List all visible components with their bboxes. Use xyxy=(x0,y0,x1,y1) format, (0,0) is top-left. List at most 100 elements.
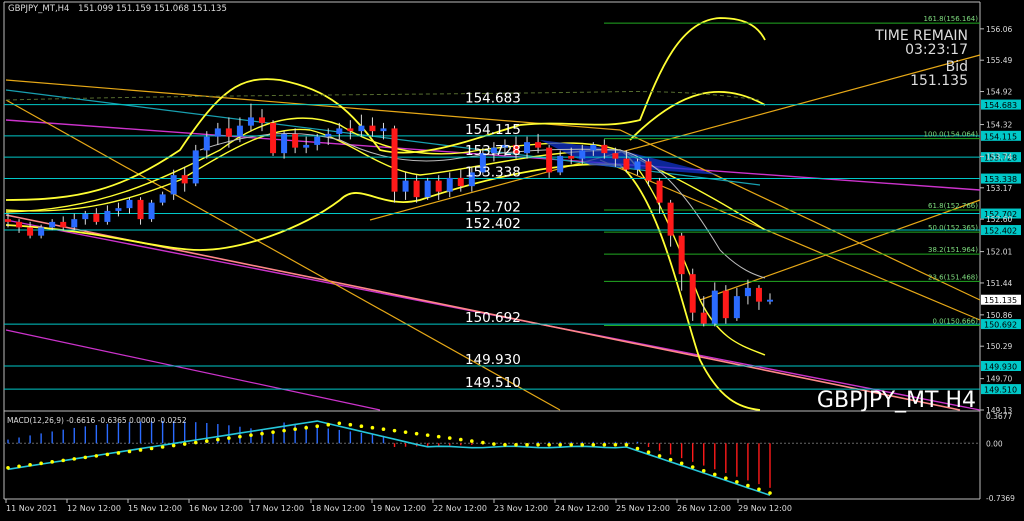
axis-tick-label: 155.49 xyxy=(986,56,1012,65)
candle-body xyxy=(5,219,11,222)
price-tag-label: 153.338 xyxy=(984,175,1017,184)
macd-signal-dot xyxy=(724,476,728,480)
macd-signal-dot xyxy=(701,468,706,473)
candle-body xyxy=(413,180,420,198)
trading-chart-window[interactable]: 161.8(156.164) 100.0(154.064) 61.8(152.766… xyxy=(0,0,1024,517)
candle-body xyxy=(314,136,321,145)
macd-signal-dot xyxy=(481,440,485,445)
candle-body xyxy=(236,125,243,137)
price-tag-label: 154.115 xyxy=(984,132,1017,141)
fib-label: 100.0(154.064) xyxy=(924,131,979,139)
time-tick-label: 15 Nov 12:00 xyxy=(128,504,182,513)
level-label: 149.930 xyxy=(465,352,521,368)
macd-axis-label: 0.00 xyxy=(986,439,1003,448)
macd-signal-dot xyxy=(735,480,739,484)
candle-body xyxy=(181,175,188,184)
macd-signal-dot xyxy=(746,483,750,488)
axis-tick-label: 154.32 xyxy=(986,121,1012,130)
candle-body xyxy=(601,144,608,154)
macd-signal-dot xyxy=(304,425,308,430)
macd-signal-dot xyxy=(591,442,596,447)
level-label: 153.728 xyxy=(465,143,521,159)
bid-value: 151.135 xyxy=(910,73,968,89)
candle-body xyxy=(159,194,166,203)
macd-signal-dot xyxy=(558,442,562,447)
macd-signal-dot xyxy=(326,422,331,427)
candle-body xyxy=(347,128,354,132)
macd-signal-dot xyxy=(238,434,242,439)
candle-body xyxy=(259,117,265,123)
level-label: 150.692 xyxy=(465,310,521,326)
macd-signal-dot xyxy=(690,465,695,469)
fib-label: 50.0(152.365) xyxy=(928,224,978,232)
candle-body xyxy=(424,180,431,198)
candle-body xyxy=(733,296,740,319)
time-tick-label: 12 Nov 12:00 xyxy=(67,504,121,513)
time-tick-label: 16 Nov 12:00 xyxy=(189,504,243,513)
macd-signal-dot xyxy=(635,446,640,451)
candle-body xyxy=(247,117,254,126)
chart-title: GBPJPY_MT,H4 151.099 151.159 151.068 151… xyxy=(8,4,227,14)
level-label: 152.702 xyxy=(465,200,521,216)
macd-signal-dot xyxy=(39,461,43,466)
price-tag-label: 150.692 xyxy=(984,321,1017,330)
candle-body xyxy=(126,199,133,209)
candle-body xyxy=(93,213,100,222)
time-remain-value: 03:23:17 xyxy=(905,42,968,58)
current-price-label: 151.135 xyxy=(984,296,1017,305)
time-tick-label: 25 Nov 12:00 xyxy=(616,504,670,513)
candle-body xyxy=(612,153,619,159)
candle-body xyxy=(711,290,718,324)
level-label: 152.402 xyxy=(465,216,521,232)
macd-signal-dot xyxy=(447,436,452,440)
macd-signal-dot xyxy=(668,457,673,462)
candle-body xyxy=(546,147,553,173)
macd-signal-dot xyxy=(359,424,364,429)
fib-label: 61.8(152.766) xyxy=(928,202,978,210)
level-label: 154.683 xyxy=(465,91,521,107)
time-tick-label: 29 Nov 12:00 xyxy=(738,504,792,513)
candle-body xyxy=(214,128,221,137)
macd-signal-dot xyxy=(613,442,618,447)
candle-body xyxy=(446,177,453,192)
candle-body xyxy=(60,221,67,228)
price-chart[interactable]: 161.8(156.164) 100.0(154.064) 61.8(152.766… xyxy=(0,0,1024,517)
macd-signal-dot xyxy=(458,437,463,442)
macd-signal-dot xyxy=(657,454,662,458)
macd-signal-dot xyxy=(138,448,143,452)
candle-body xyxy=(27,227,34,236)
candle-body xyxy=(170,175,177,195)
axis-tick-label: 151.44 xyxy=(986,279,1012,288)
macd-signal-dot xyxy=(160,445,165,449)
axis-tick-label: 153.17 xyxy=(986,184,1012,193)
macd-axis-label: -0.7369 xyxy=(986,494,1015,503)
axis-tick-label: 150.29 xyxy=(986,342,1012,351)
price-tag-label: 149.930 xyxy=(984,363,1017,372)
macd-signal-dot xyxy=(116,451,121,455)
candle-body xyxy=(579,150,586,159)
candle-body xyxy=(391,128,398,192)
candle-body xyxy=(667,202,674,236)
macd-signal-dot xyxy=(17,464,21,469)
candle-body xyxy=(38,227,45,236)
price-tag-label: 149.510 xyxy=(984,386,1017,395)
time-tick-label: 26 Nov 12:00 xyxy=(677,504,731,513)
time-tick-label: 23 Nov 12:00 xyxy=(494,504,548,513)
macd-signal-dot xyxy=(580,442,585,447)
time-tick-label: 19 Nov 12:00 xyxy=(372,504,426,513)
macd-signal-dot xyxy=(425,433,430,437)
macd-signal-dot xyxy=(94,454,99,458)
macd-signal-dot xyxy=(72,457,77,461)
candle-body xyxy=(744,287,751,297)
macd-signal-dot xyxy=(624,442,629,447)
macd-signal-dot xyxy=(569,442,574,447)
macd-signal-dot xyxy=(525,442,529,447)
axis-tick-label: 153.74 xyxy=(986,152,1012,161)
time-tick-label: 24 Nov 12:00 xyxy=(555,504,609,513)
candle-body xyxy=(700,312,707,324)
time-tick-label: 22 Nov 12:00 xyxy=(433,504,487,513)
macd-label: MACD(12,26,9) -0.6616 -0.6365 0.0000 -0.… xyxy=(7,416,187,425)
candle-body xyxy=(369,125,376,132)
candle-body xyxy=(281,133,288,154)
candle-body xyxy=(568,155,575,159)
